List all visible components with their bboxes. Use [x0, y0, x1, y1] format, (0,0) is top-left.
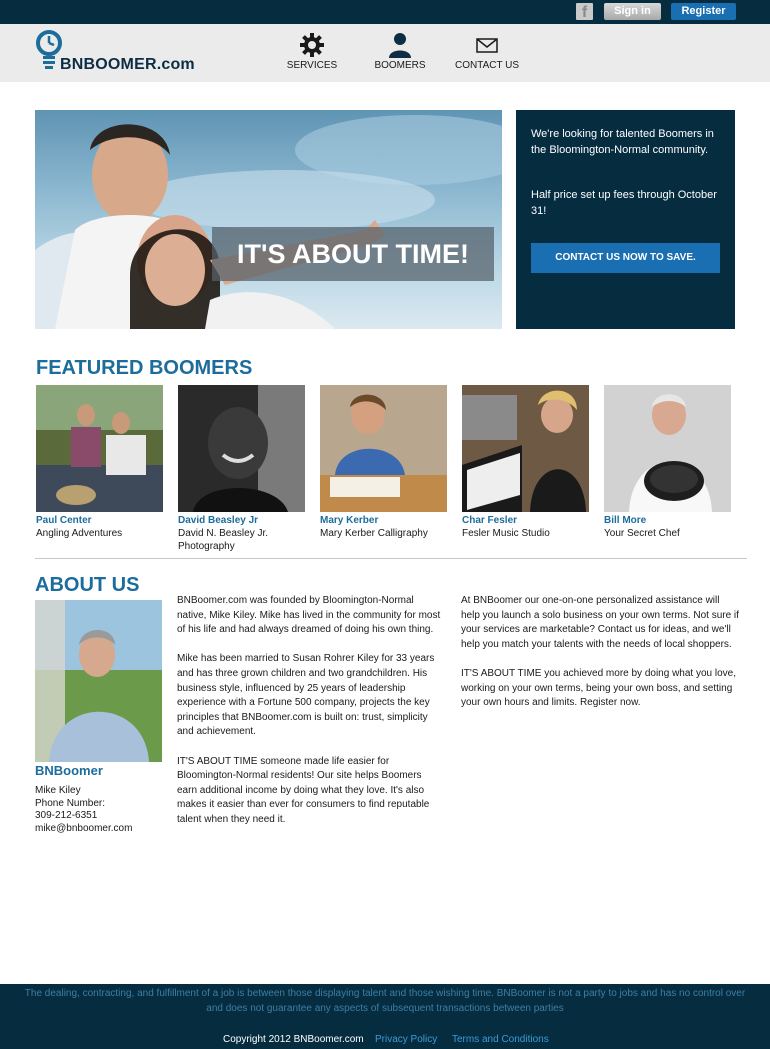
- logo-text: BNBOOMER.com: [60, 56, 195, 73]
- boomer-business: Your Secret Chef: [604, 528, 680, 539]
- footer-disclaimer: The dealing, contracting, and fulfillmen…: [24, 988, 746, 1014]
- contact-phone-label: Phone Number:: [35, 797, 106, 809]
- promo-panel: We're looking for talented Boomers in th…: [516, 110, 735, 329]
- boomer-name[interactable]: Mary Kerber: [320, 514, 447, 527]
- boomer-card[interactable]: Bill More Your Secret Chef: [604, 385, 731, 540]
- nav-services-label: SERVICES: [286, 60, 338, 71]
- contact-name: Mike Kiley: [35, 785, 81, 796]
- founder-contact: Mike Kiley Phone Number: 309-212-6351 mi…: [35, 785, 132, 835]
- nav-services[interactable]: SERVICES: [286, 32, 338, 78]
- contact-us-now-button[interactable]: CONTACT US NOW TO SAVE.: [531, 243, 720, 273]
- boomer-business: David N. Beasley Jr. Photography: [178, 528, 269, 552]
- promo-text-2: Half price set up fees through October 3…: [531, 189, 717, 217]
- about-column-2: At BNBoomer our one-on-one personalized …: [461, 594, 741, 725]
- nav-boomers[interactable]: BOOMERS: [373, 32, 427, 78]
- boomer-name[interactable]: Bill More: [604, 514, 731, 527]
- sign-in-button[interactable]: Sign in: [604, 3, 661, 20]
- about-paragraph: BNBoomer.com was founded by Bloomington-…: [177, 595, 441, 636]
- boomer-card[interactable]: David Beasley Jr David N. Beasley Jr. Ph…: [178, 385, 305, 553]
- contact-phone: 309-212-6351: [35, 810, 98, 821]
- boomer-photo[interactable]: [178, 385, 305, 512]
- boomer-photo[interactable]: [320, 385, 447, 512]
- boomer-card[interactable]: Mary Kerber Mary Kerber Calligraphy: [320, 385, 447, 540]
- boomer-card[interactable]: Paul Center Angling Adventures: [36, 385, 163, 540]
- boomer-business: Fesler Music Studio: [462, 528, 550, 539]
- featured-boomers-title: FEATURED BOOMERS: [36, 357, 253, 379]
- about-paragraph: IT'S ABOUT TIME someone made life easier…: [177, 755, 430, 825]
- about-company-name: BNBoomer: [35, 763, 103, 778]
- boomer-card[interactable]: Char Fesler Fesler Music Studio: [462, 385, 589, 540]
- about-column-1: BNBoomer.com was founded by Bloomington-…: [177, 594, 441, 842]
- hero-couple-photo: [35, 115, 502, 329]
- promo-text-1: We're looking for talented Boomers in th…: [531, 128, 714, 156]
- contact-email[interactable]: mike@bnboomer.com: [35, 823, 132, 836]
- top-bar: f Sign in Register: [0, 0, 770, 24]
- nav-contact-us[interactable]: CONTACT US: [455, 32, 519, 78]
- hero-banner: IT'S ABOUT TIME!: [212, 227, 494, 281]
- boomer-name[interactable]: Char Fesler: [462, 514, 589, 527]
- footer-copyright: Copyright 2012 BNBoomer.com: [223, 1034, 364, 1045]
- boomer-name[interactable]: David Beasley Jr: [178, 514, 305, 527]
- boomer-business: Mary Kerber Calligraphy: [320, 528, 428, 539]
- boomer-business: Angling Adventures: [36, 528, 123, 539]
- envelope-icon: [476, 38, 498, 53]
- boomer-photo[interactable]: [36, 385, 163, 512]
- site-footer: The dealing, contracting, and fulfillmen…: [0, 984, 770, 1049]
- about-paragraph: Mike has been married to Susan Rohrer Ki…: [177, 653, 435, 738]
- gear-icon: [300, 33, 324, 57]
- about-paragraph: At BNBoomer our one-on-one personalized …: [461, 595, 739, 650]
- boomer-photo[interactable]: [462, 385, 589, 512]
- nav-boomers-label: BOOMERS: [374, 60, 426, 71]
- section-divider: [35, 558, 747, 559]
- privacy-policy-link[interactable]: Privacy Policy: [375, 1034, 437, 1045]
- boomer-photo[interactable]: [604, 385, 731, 512]
- terms-link[interactable]: Terms and Conditions: [452, 1034, 549, 1045]
- founder-photo: [35, 600, 162, 762]
- facebook-icon[interactable]: f: [576, 3, 593, 21]
- about-paragraph: IT'S ABOUT TIME you achieved more by doi…: [461, 667, 737, 709]
- site-header: BNBOOMER.com SERVICES BOOMERS CONTACT US: [0, 24, 770, 82]
- site-logo[interactable]: BNBOOMER.com: [36, 30, 236, 76]
- register-button[interactable]: Register: [671, 3, 736, 20]
- about-us-title: ABOUT US: [35, 574, 140, 596]
- person-icon: [389, 33, 411, 58]
- nav-contact-us-label: CONTACT US: [455, 60, 520, 71]
- boomer-name[interactable]: Paul Center: [36, 514, 163, 527]
- hero-image: IT'S ABOUT TIME!: [35, 110, 502, 329]
